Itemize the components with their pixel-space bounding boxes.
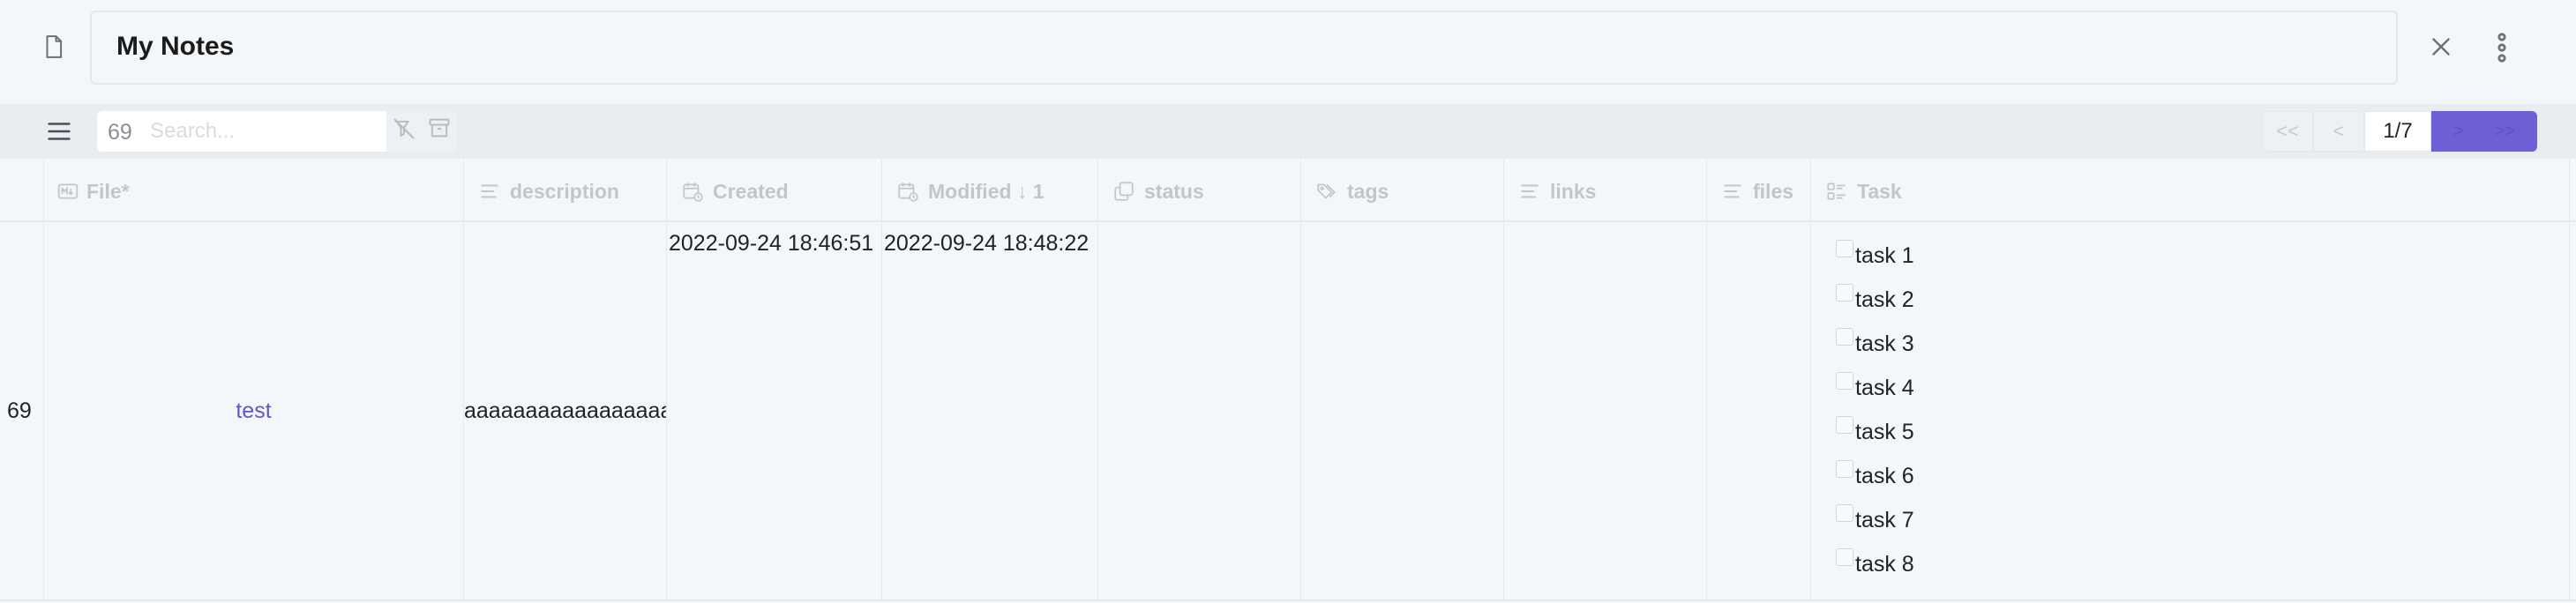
header-label: status [1144,180,1204,203]
task-checkbox[interactable] [1836,416,1853,434]
header-links[interactable]: links [1504,159,1707,222]
next-page-button[interactable]: > >> [2431,111,2537,152]
task-checkbox[interactable] [1836,328,1853,346]
task-label: task 5 [1855,420,1914,444]
text-lines-icon [1721,180,1744,203]
header-files[interactable]: files [1707,159,1811,222]
task-label: task 1 [1855,243,1914,268]
toolbar: 69 << < 1/7 > >> [0,104,2576,159]
header-label: tags [1347,180,1389,203]
page-title: My Notes [116,32,235,61]
task-label: task 7 [1855,508,1914,532]
table-row: 69 test aaaaaaaaaaaaaaaaaaaaaaaa 2022-09… [0,222,2576,601]
cell-files[interactable] [1707,222,1811,601]
header-label: Modified ↓ 1 [928,180,1045,203]
task-checkbox[interactable] [1836,240,1853,257]
created-value: 2022-09-24 18:46:51 [669,231,874,256]
description-value: aaaaaaaaaaaaaaaaaaaaaaaa [464,398,666,423]
page-indicator: 1/7 [2364,111,2431,152]
calendar-clock-icon [896,180,919,203]
copy-icon [1112,180,1135,203]
header-label: links [1550,180,1597,203]
header-file[interactable]: File* [44,159,464,222]
row-number: 69 [7,398,32,423]
title-field[interactable]: My Notes [90,11,2398,85]
next-page-label: > [2452,122,2464,141]
more-options-icon[interactable] [2490,30,2514,65]
header-label: Created [713,180,789,203]
cell-file: test [44,222,464,601]
task-label: task 2 [1855,287,1914,312]
checklist-icon [1825,180,1848,203]
cell-links[interactable] [1504,222,1707,601]
task-checkbox[interactable] [1836,548,1853,566]
header-label: description [510,180,619,203]
task-checkbox[interactable] [1836,460,1853,478]
task-checkbox[interactable] [1836,504,1853,522]
file-link[interactable]: test [44,398,463,424]
title-bar: My Notes [0,0,2576,97]
cell-index: 69 [0,222,44,601]
header-status[interactable]: status [1098,159,1301,222]
cell-tags[interactable] [1301,222,1504,601]
calendar-clock-icon [681,180,704,203]
markdown-icon [56,180,79,203]
menu-icon[interactable] [44,116,74,146]
close-icon[interactable] [2426,32,2456,62]
prev-page-button[interactable]: < [2313,111,2364,152]
header-index [0,159,44,222]
header-description[interactable]: description [464,159,667,222]
text-lines-icon [478,180,501,203]
header-tags[interactable]: tags [1301,159,1504,222]
cell-status[interactable] [1098,222,1301,601]
cell-created[interactable]: 2022-09-24 18:46:51 [667,222,882,601]
header-label: Task [1857,180,1902,203]
task-label: task 4 [1855,376,1914,400]
archive-icon[interactable] [427,115,452,140]
table-header: File* description Created Modified ↓ 1 s [0,159,2576,222]
task-label: task 8 [1855,552,1914,577]
header-created[interactable]: Created [667,159,882,222]
result-count: 69 [108,120,132,145]
task-label: task 6 [1855,464,1914,488]
header-label: File* [86,180,130,203]
header-label: files [1753,180,1794,203]
header-task[interactable]: Task [1811,159,2570,222]
first-page-button[interactable]: << [2262,111,2313,152]
tags-icon [1315,180,1338,203]
task-checkbox[interactable] [1836,372,1853,390]
task-checkbox[interactable] [1836,284,1853,302]
task-label: task 3 [1855,331,1914,356]
modified-value: 2022-09-24 18:48:22 [884,231,1090,256]
filter-off-icon[interactable] [392,116,416,141]
document-icon [41,34,67,60]
cell-task: task 1 task 2 task 3 task 4 task 5 task … [1811,222,2570,601]
cell-modified[interactable]: 2022-09-24 18:48:22 [882,222,1098,601]
cell-description[interactable]: aaaaaaaaaaaaaaaaaaaaaaaa [464,222,667,601]
notes-table: File* description Created Modified ↓ 1 s [0,159,2576,603]
text-lines-icon [1518,180,1541,203]
last-page-label: >> [2494,122,2516,141]
header-modified[interactable]: Modified ↓ 1 [882,159,1098,222]
